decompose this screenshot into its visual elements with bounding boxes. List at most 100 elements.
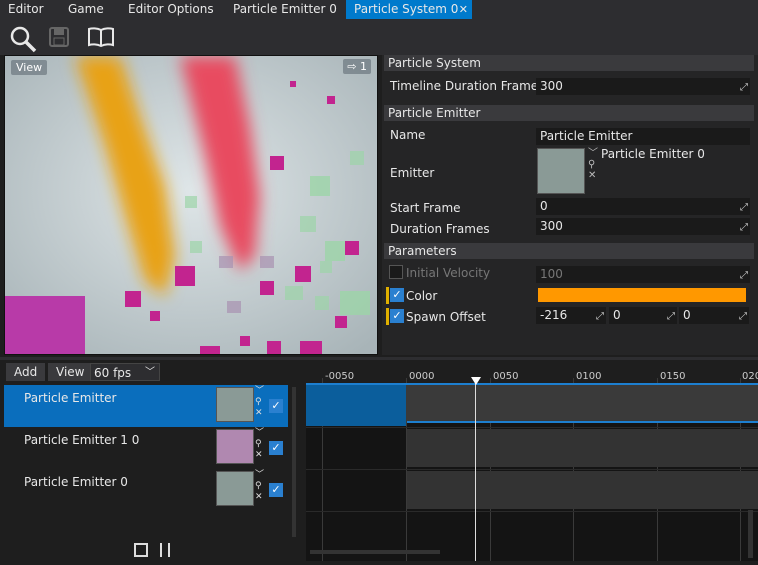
track-bar-particle-emitter-1-0[interactable] bbox=[407, 429, 758, 467]
search-icon[interactable]: ⚲ bbox=[255, 481, 264, 492]
section-particle-system: Particle System bbox=[384, 55, 754, 71]
search-icon[interactable] bbox=[9, 25, 37, 53]
timeline-duration-label: Timeline Duration Frames bbox=[390, 79, 545, 93]
selected-track-prefix bbox=[306, 385, 406, 426]
enabled-checkbox[interactable]: ✓ bbox=[269, 483, 283, 497]
chevron-down-icon: ﹀ bbox=[145, 367, 155, 378]
start-frame-field[interactable]: 0 ⤢ bbox=[536, 198, 750, 215]
emitter-asset-controls: ﹀ ⚲ ✕ bbox=[588, 148, 598, 181]
close-icon[interactable]: ✕ bbox=[255, 450, 264, 461]
timeline-duration-field[interactable]: 300 ⤢ bbox=[536, 78, 750, 95]
spawn-offset-label: Spawn Offset bbox=[406, 310, 486, 324]
item-controls: ﹀ ⚲ ✕ bbox=[255, 428, 264, 461]
expand-icon: ⤢ bbox=[740, 222, 748, 233]
expand-icon: ⤢ bbox=[740, 202, 748, 213]
pause-button[interactable] bbox=[160, 543, 172, 557]
tab-particle-system-0[interactable]: Particle System 0 ✕ bbox=[346, 0, 472, 19]
tick-label: 020 bbox=[742, 371, 758, 382]
tab-editor-options[interactable]: Editor Options bbox=[120, 0, 222, 19]
timeline-ruler[interactable] bbox=[306, 366, 758, 384]
tab-particle-emitter-0[interactable]: Particle Emitter 0 bbox=[225, 0, 343, 19]
color-swatch[interactable] bbox=[538, 288, 746, 302]
scene-viewport[interactable]: View ⇨ 1 bbox=[4, 55, 378, 355]
view-button[interactable]: View bbox=[48, 363, 93, 381]
splitter[interactable] bbox=[0, 357, 758, 360]
spawn-offset-checkbox[interactable]: ✓ bbox=[390, 309, 404, 323]
playhead-handle[interactable] bbox=[471, 377, 481, 385]
chevron-down-icon[interactable]: ﹀ bbox=[255, 428, 264, 439]
tick-label: 0050 bbox=[493, 371, 519, 382]
override-marker bbox=[386, 308, 389, 325]
fps-dropdown[interactable]: 60 fps ﹀ bbox=[90, 363, 160, 381]
fps-value: 60 fps bbox=[94, 366, 132, 380]
list-item[interactable]: Particle Emitter ﹀ ⚲ ✕ ✓ bbox=[4, 385, 288, 427]
section-parameters: Parameters bbox=[384, 243, 754, 259]
particle-preview bbox=[5, 56, 377, 354]
search-icon[interactable]: ⚲ bbox=[588, 159, 598, 170]
close-icon[interactable]: ✕ bbox=[255, 492, 264, 503]
spawn-offset-y-value: 0 bbox=[613, 308, 621, 322]
emitter-thumbnail bbox=[216, 387, 254, 422]
duration-frames-label: Duration Frames bbox=[390, 222, 490, 236]
enabled-checkbox[interactable]: ✓ bbox=[269, 399, 283, 413]
emitter-label: Emitter bbox=[390, 166, 435, 180]
emitter-thumbnail bbox=[216, 429, 254, 464]
search-icon[interactable]: ⚲ bbox=[255, 397, 264, 408]
stop-button[interactable] bbox=[134, 543, 148, 557]
initial-velocity-field[interactable]: 100 ⤢ bbox=[536, 266, 750, 283]
track-bar-particle-emitter[interactable] bbox=[407, 385, 758, 423]
tab-game[interactable]: Game bbox=[60, 0, 118, 19]
item-controls: ﹀ ⚲ ✕ bbox=[255, 470, 264, 503]
add-button[interactable]: Add bbox=[6, 363, 46, 381]
playhead[interactable] bbox=[475, 378, 476, 561]
override-marker bbox=[386, 287, 389, 304]
color-checkbox[interactable]: ✓ bbox=[390, 288, 404, 302]
timeline-hscroll[interactable] bbox=[310, 550, 440, 554]
name-label: Name bbox=[390, 128, 426, 142]
tab-editor[interactable]: Editor bbox=[0, 0, 58, 19]
initial-velocity-checkbox[interactable] bbox=[389, 265, 403, 279]
chevron-down-icon[interactable]: ﹀ bbox=[255, 386, 264, 397]
timeline-vscroll[interactable] bbox=[748, 510, 753, 558]
emitter-item-label: Particle Emitter 0 bbox=[24, 475, 128, 489]
row-divider bbox=[306, 469, 758, 470]
expand-icon: ⤢ bbox=[740, 82, 748, 93]
close-icon[interactable]: ✕ bbox=[255, 408, 264, 419]
save-icon[interactable] bbox=[48, 26, 70, 48]
view-menu-button[interactable]: View bbox=[11, 60, 48, 75]
initial-velocity-value: 100 bbox=[540, 267, 563, 281]
track-bar-particle-emitter-0[interactable] bbox=[407, 471, 758, 509]
search-icon[interactable]: ⚲ bbox=[255, 439, 264, 450]
spawn-offset-z-value: 0 bbox=[683, 308, 691, 322]
camera-count[interactable]: ⇨ 1 bbox=[343, 59, 371, 74]
section-particle-emitter: Particle Emitter bbox=[384, 105, 754, 121]
color-label: Color bbox=[406, 289, 438, 303]
row-divider bbox=[306, 511, 758, 512]
name-field[interactable]: Particle Emitter bbox=[536, 128, 750, 145]
chevron-down-icon[interactable]: ﹀ bbox=[588, 148, 598, 159]
tab-label: Editor Options bbox=[128, 2, 214, 16]
list-item[interactable]: Particle Emitter 1 0 ﹀ ⚲ ✕ ✓ bbox=[4, 427, 288, 469]
emitter-thumbnail[interactable] bbox=[537, 148, 585, 194]
emitter-asset-name: Particle Emitter 0 bbox=[601, 147, 705, 161]
chevron-down-icon[interactable]: ﹀ bbox=[255, 470, 264, 481]
list-scrollbar[interactable] bbox=[292, 387, 296, 537]
book-icon[interactable] bbox=[87, 26, 115, 48]
camera-count-value: 1 bbox=[360, 60, 367, 73]
spawn-offset-z[interactable]: 0 ⤢ bbox=[679, 307, 749, 324]
tick-label: 0150 bbox=[660, 371, 686, 382]
spawn-offset-y[interactable]: 0 ⤢ bbox=[609, 307, 677, 324]
duration-frames-value: 300 bbox=[540, 219, 563, 233]
list-item[interactable]: Particle Emitter 0 ﹀ ⚲ ✕ ✓ bbox=[4, 469, 288, 511]
enabled-checkbox[interactable]: ✓ bbox=[269, 441, 283, 455]
close-icon[interactable]: ✕ bbox=[459, 0, 468, 19]
tab-bar: Editor Game Editor Options Particle Emit… bbox=[0, 0, 758, 19]
close-icon[interactable]: ✕ bbox=[588, 170, 598, 181]
expand-icon: ⤢ bbox=[739, 311, 747, 322]
spawn-offset-x[interactable]: -216 ⤢ bbox=[536, 307, 606, 324]
duration-frames-field[interactable]: 300 ⤢ bbox=[536, 218, 750, 235]
emitter-thumbnail bbox=[216, 471, 254, 506]
tick-label: 0100 bbox=[576, 371, 602, 382]
start-frame-label: Start Frame bbox=[390, 201, 461, 215]
toolbar bbox=[0, 19, 758, 55]
